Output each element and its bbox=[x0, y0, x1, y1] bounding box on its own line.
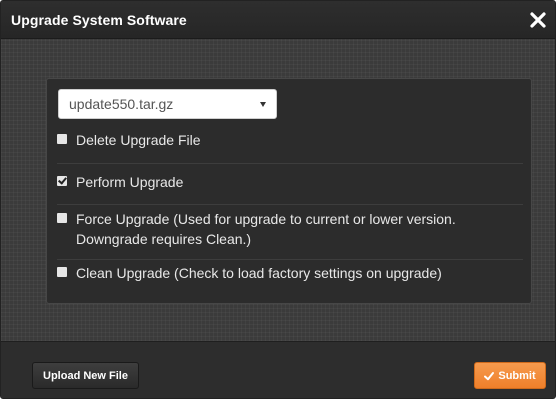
option-label: Delete Upgrade File bbox=[76, 132, 201, 148]
submit-button[interactable]: Submit bbox=[474, 362, 546, 389]
option-delete-upgrade-file[interactable]: Delete Upgrade File bbox=[57, 130, 523, 150]
dropdown-caret-icon bbox=[260, 101, 266, 107]
checkbox-delete-upgrade-file[interactable] bbox=[57, 134, 67, 144]
file-select[interactable]: update550.tar.gz bbox=[58, 89, 277, 119]
option-force-upgrade[interactable]: Force Upgrade (Used for upgrade to curre… bbox=[57, 209, 523, 249]
divider bbox=[57, 163, 523, 164]
option-clean-upgrade[interactable]: Clean Upgrade (Check to load factory set… bbox=[57, 263, 523, 283]
checkbox-clean-upgrade[interactable] bbox=[57, 267, 67, 277]
option-perform-upgrade[interactable]: Perform Upgrade bbox=[57, 172, 523, 192]
upgrade-options-panel: update550.tar.gz Delete Upgrade File Per… bbox=[46, 78, 532, 304]
close-icon[interactable] bbox=[529, 11, 547, 29]
submit-label: Submit bbox=[498, 369, 536, 382]
divider bbox=[57, 259, 523, 260]
dialog-title: Upgrade System Software bbox=[11, 11, 187, 28]
option-label: Force Upgrade (Used for upgrade to curre… bbox=[76, 211, 456, 247]
file-select-value: update550.tar.gz bbox=[69, 96, 174, 112]
checkmark-icon bbox=[484, 371, 495, 380]
divider bbox=[57, 204, 523, 205]
checkbox-force-upgrade[interactable] bbox=[57, 213, 67, 223]
upgrade-dialog: Upgrade System Software update550.tar.gz… bbox=[0, 0, 556, 399]
dialog-titlebar: Upgrade System Software bbox=[1, 1, 555, 39]
dialog-footer: Upload New File Submit bbox=[1, 341, 555, 398]
upload-new-file-button[interactable]: Upload New File bbox=[32, 362, 139, 389]
option-label: Clean Upgrade (Check to load factory set… bbox=[76, 265, 442, 281]
dialog-body: update550.tar.gz Delete Upgrade File Per… bbox=[1, 39, 555, 341]
option-label: Perform Upgrade bbox=[76, 174, 184, 190]
checkbox-perform-upgrade[interactable] bbox=[57, 176, 67, 186]
